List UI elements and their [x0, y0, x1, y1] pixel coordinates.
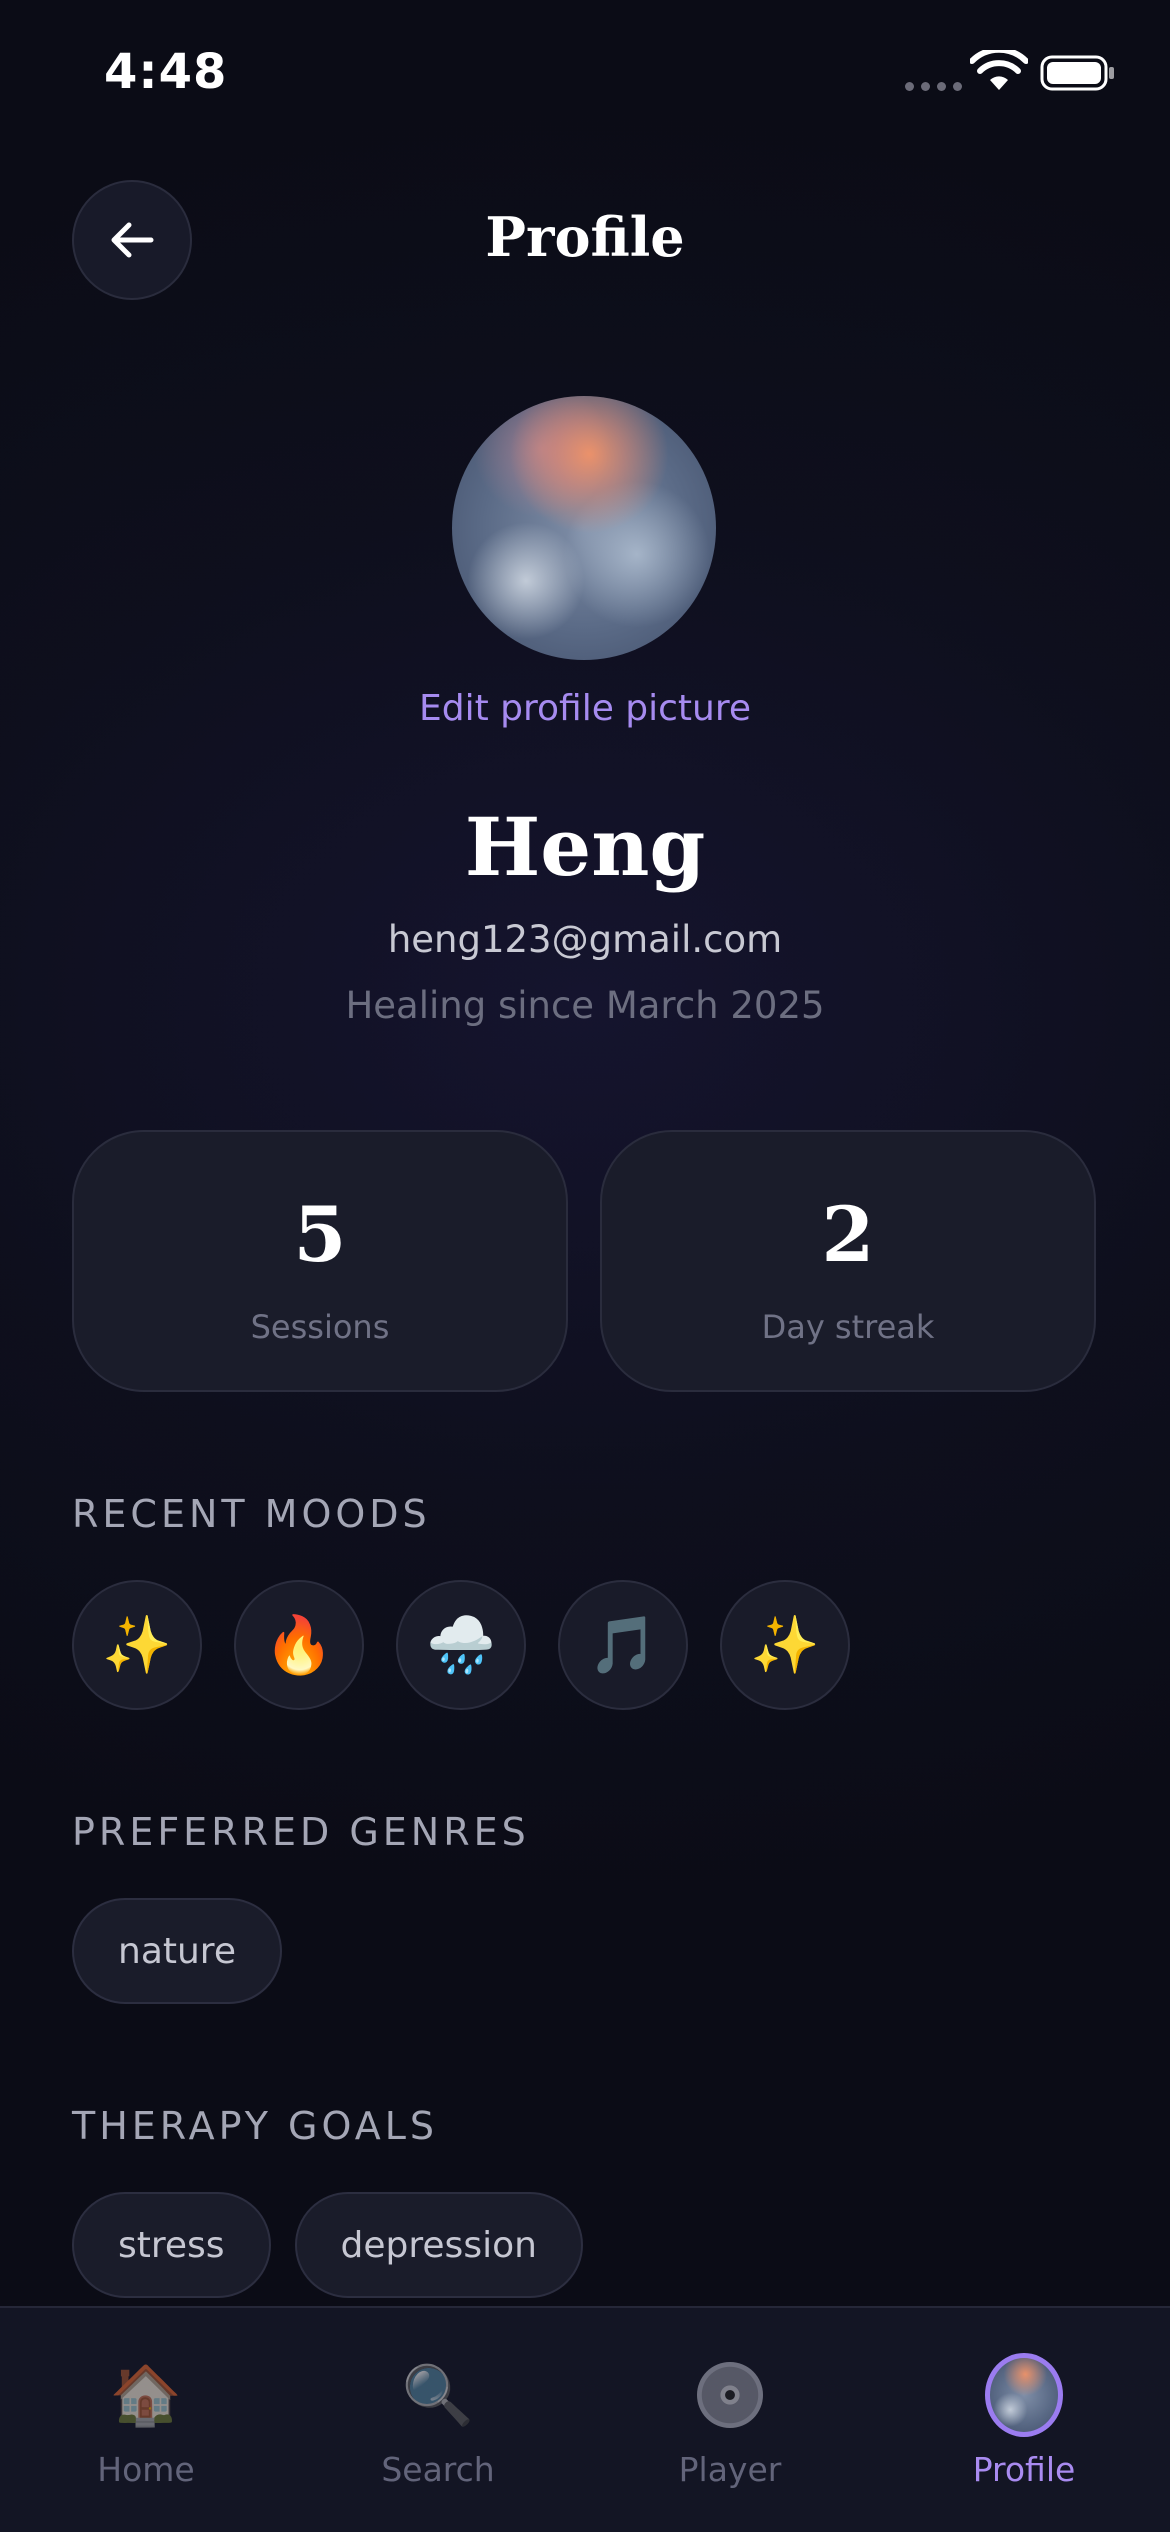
tab-search[interactable]: 🔍 Search: [292, 2308, 584, 2532]
mood-rain-cloud-icon: 🌧️: [396, 1580, 526, 1710]
status-bar: 4:48: [0, 0, 1170, 150]
search-icon: 🔍: [401, 2360, 475, 2429]
preferred-genres-heading: PREFERRED GENRES: [72, 1810, 530, 1854]
goal-chip[interactable]: depression: [294, 2192, 583, 2298]
tab-profile[interactable]: Profile: [878, 2308, 1170, 2532]
therapy-goals-heading: THERAPY GOALS: [72, 2104, 439, 2148]
status-time: 4:48: [104, 44, 228, 100]
stat-value: 5: [293, 1190, 347, 1279]
tab-label: Home: [97, 2450, 195, 2489]
genre-chip[interactable]: nature: [72, 1898, 282, 2004]
therapy-goals-list: stress depression: [72, 2192, 583, 2298]
tab-label: Player: [678, 2450, 782, 2489]
mood-sparkles-icon: ✨: [72, 1580, 202, 1710]
wifi-icon: [970, 50, 1028, 90]
profile-avatar-icon: [985, 2353, 1063, 2437]
member-since: Healing since March 2025: [345, 984, 825, 1027]
profile-avatar[interactable]: [452, 396, 716, 660]
stat-value: 2: [821, 1190, 875, 1279]
tab-player[interactable]: Player: [584, 2308, 876, 2532]
tab-bar: 🏠 Home 🔍 Search Player Profile: [0, 2306, 1170, 2532]
recent-moods-heading: RECENT MOODS: [72, 1492, 431, 1536]
recent-moods-list: ✨ 🔥 🌧️ 🎵 ✨: [72, 1580, 850, 1710]
home-icon: 🏠: [109, 2360, 183, 2429]
preferred-genres-list: nature: [72, 1898, 282, 2004]
stat-label: Sessions: [250, 1308, 390, 1346]
user-email: heng123@gmail.com: [387, 918, 783, 961]
sessions-stat-card: 5 Sessions: [72, 1130, 568, 1392]
mood-fire-icon: 🔥: [234, 1580, 364, 1710]
disc-icon: [691, 2356, 769, 2434]
mood-music-note-icon: 🎵: [558, 1580, 688, 1710]
tab-home[interactable]: 🏠 Home: [0, 2308, 292, 2532]
user-name: Heng: [464, 800, 706, 894]
edit-profile-picture-link[interactable]: Edit profile picture: [0, 688, 1170, 729]
streak-stat-card: 2 Day streak: [600, 1130, 1096, 1392]
cellular-signal-icon: [905, 82, 962, 91]
battery-icon: [1040, 55, 1114, 91]
tab-label: Profile: [972, 2450, 1076, 2489]
tab-label: Search: [381, 2450, 495, 2489]
goal-chip[interactable]: stress: [72, 2192, 271, 2298]
page-title: Profile: [485, 205, 685, 269]
mood-sparkles-icon: ✨: [720, 1580, 850, 1710]
stat-label: Day streak: [761, 1308, 935, 1346]
